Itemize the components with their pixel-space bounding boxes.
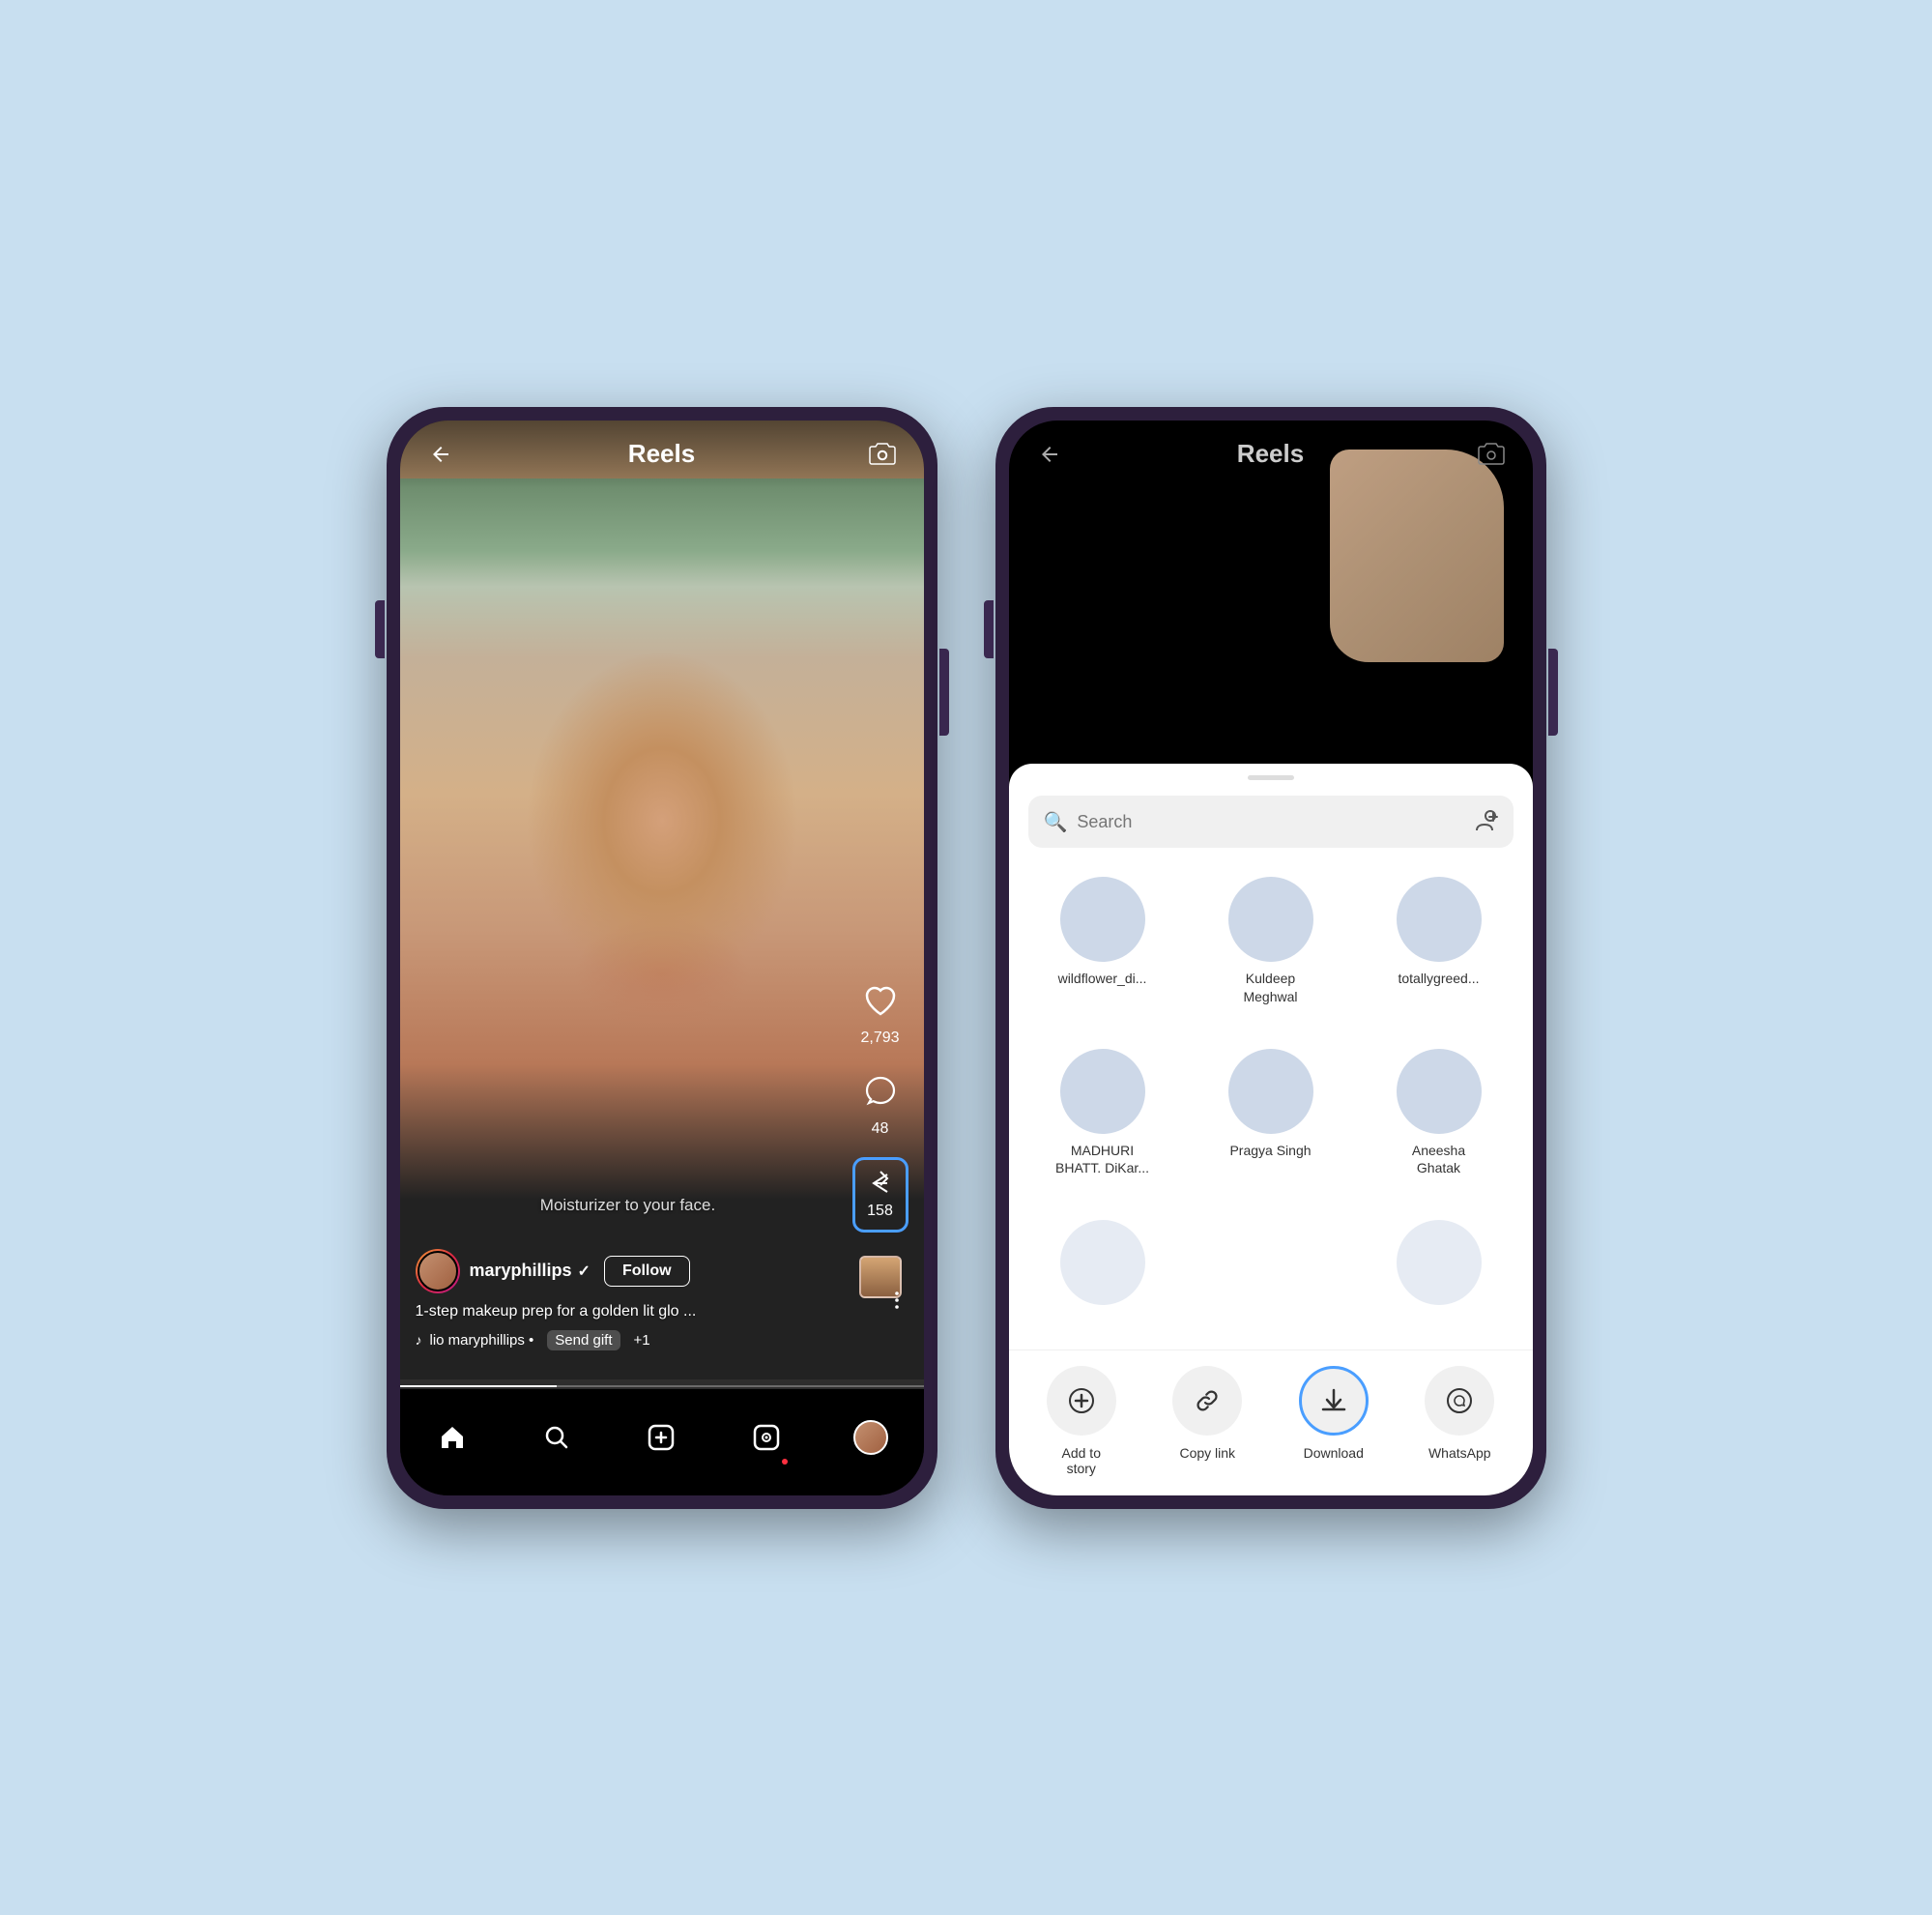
download-button[interactable]: Download [1295, 1366, 1372, 1461]
nav-home[interactable] [423, 1408, 481, 1466]
right-actions: 2,793 48 [852, 975, 908, 1302]
whatsapp-icon[interactable] [1425, 1366, 1494, 1436]
comment-action[interactable]: 48 [855, 1066, 906, 1138]
contact-avatar-1 [1060, 877, 1145, 962]
contact-avatar-3 [1397, 877, 1482, 962]
share-sheet: 🔍 wildflower_di... [1009, 764, 1533, 1494]
add-story-icon[interactable] [1047, 1366, 1116, 1436]
back-icon-2[interactable] [1032, 437, 1067, 472]
contact-item-3[interactable]: totallygreed... [1355, 867, 1523, 1039]
contact-name-4: MADHURIBHATT. DiKar... [1055, 1142, 1149, 1176]
search-icon: 🔍 [1044, 810, 1068, 834]
music-icon: ♪ [416, 1332, 422, 1348]
comment-count: 48 [872, 1120, 889, 1138]
comment-icon[interactable] [855, 1066, 906, 1117]
camera-icon[interactable] [865, 437, 900, 472]
contact-name-3: totallygreed... [1398, 970, 1479, 987]
user-info-bar: maryphillips ✓ Follow 1-step makeup prep… [400, 1249, 856, 1350]
nav-profile[interactable] [842, 1408, 900, 1466]
follow-button[interactable]: Follow [604, 1256, 690, 1287]
phone-1: Reels Moisturizer to your face. [387, 407, 937, 1509]
contact-avatar-5 [1228, 1049, 1313, 1134]
contact-item-1[interactable]: wildflower_di... [1019, 867, 1187, 1039]
music-row: ♪ lio maryphillips • Send gift +1 [416, 1330, 841, 1350]
user-row: maryphillips ✓ Follow [416, 1249, 841, 1293]
contact-item-6[interactable]: AneeshaGhatak [1355, 1039, 1523, 1211]
copy-link-button[interactable]: Copy link [1168, 1366, 1246, 1461]
plus-more: +1 [634, 1332, 650, 1349]
share-action[interactable]: 158 [852, 1157, 908, 1233]
top-bar-2: Reels [1009, 421, 1533, 488]
music-text: lio maryphillips • [430, 1332, 534, 1349]
whatsapp-label: WhatsApp [1428, 1445, 1491, 1461]
copy-link-label: Copy link [1179, 1445, 1235, 1461]
contact-grid: wildflower_di... KuldeepMeghwal totallyg… [1009, 857, 1533, 1349]
phone-2: Reels 🔍 [995, 407, 1546, 1509]
contact-name-6: AneeshaGhatak [1412, 1142, 1465, 1176]
contact-item-4[interactable]: MADHURIBHATT. DiKar... [1019, 1039, 1187, 1211]
contact-avatar-6 [1397, 1049, 1482, 1134]
video-subtitle: Moisturizer to your face. [400, 1196, 856, 1215]
username: maryphillips ✓ [470, 1261, 591, 1281]
action-row: Add tostory Copy link [1009, 1349, 1533, 1495]
nav-reels[interactable] [737, 1408, 795, 1466]
download-label: Download [1304, 1445, 1364, 1461]
page-title: Reels [628, 439, 695, 469]
contact-item-2[interactable]: KuldeepMeghwal [1187, 867, 1355, 1039]
top-bar: Reels [400, 421, 924, 488]
add-friend-icon[interactable] [1473, 809, 1498, 834]
nav-create[interactable] [632, 1408, 690, 1466]
share-count: 158 [867, 1203, 893, 1220]
camera-icon-2[interactable] [1474, 437, 1509, 472]
send-gift-btn[interactable]: Send gift [547, 1330, 620, 1350]
contact-name-5: Pragya Singh [1229, 1142, 1311, 1159]
contact-avatar-9 [1397, 1220, 1482, 1305]
progress-fill [400, 1385, 558, 1387]
contact-item-7[interactable] [1019, 1210, 1187, 1339]
contact-item-5[interactable]: Pragya Singh [1187, 1039, 1355, 1211]
like-action[interactable]: 2,793 [855, 975, 906, 1047]
contact-name-1: wildflower_di... [1058, 970, 1147, 987]
heart-icon[interactable] [855, 975, 906, 1026]
contact-name-2: KuldeepMeghwal [1243, 970, 1297, 1004]
copy-link-icon[interactable] [1172, 1366, 1242, 1436]
contact-avatar-4 [1060, 1049, 1145, 1134]
like-count: 2,793 [860, 1030, 899, 1047]
page-title-2: Reels [1237, 439, 1304, 469]
contact-item-8 [1187, 1210, 1355, 1339]
avatar-image [418, 1251, 458, 1291]
three-dot-menu[interactable] [885, 1289, 908, 1312]
search-bar[interactable]: 🔍 [1028, 796, 1514, 848]
caption-text: 1-step makeup prep for a golden lit glo … [416, 1303, 841, 1320]
nav-avatar [853, 1420, 888, 1455]
phone-1-screen: Reels Moisturizer to your face. [400, 421, 924, 1495]
progress-bar [400, 1385, 924, 1387]
contact-avatar-2 [1228, 877, 1313, 962]
add-to-story-button[interactable]: Add tostory [1043, 1366, 1120, 1476]
back-icon[interactable] [423, 437, 458, 472]
video-content [400, 479, 924, 1379]
add-story-label: Add tostory [1062, 1445, 1101, 1476]
bottom-navigation [400, 1389, 924, 1495]
contact-avatar-7 [1060, 1220, 1145, 1305]
search-input[interactable] [1077, 812, 1462, 832]
phone-2-screen: Reels 🔍 [1009, 421, 1533, 1495]
nav-dot [782, 1459, 788, 1465]
share-button[interactable]: 158 [852, 1157, 908, 1233]
nav-search[interactable] [528, 1408, 586, 1466]
avatar[interactable] [416, 1249, 460, 1293]
verified-badge: ✓ [578, 1262, 591, 1281]
contact-item-9[interactable] [1355, 1210, 1523, 1339]
sheet-handle [1248, 775, 1294, 780]
download-icon[interactable] [1299, 1366, 1369, 1436]
whatsapp-button[interactable]: WhatsApp [1421, 1366, 1498, 1461]
